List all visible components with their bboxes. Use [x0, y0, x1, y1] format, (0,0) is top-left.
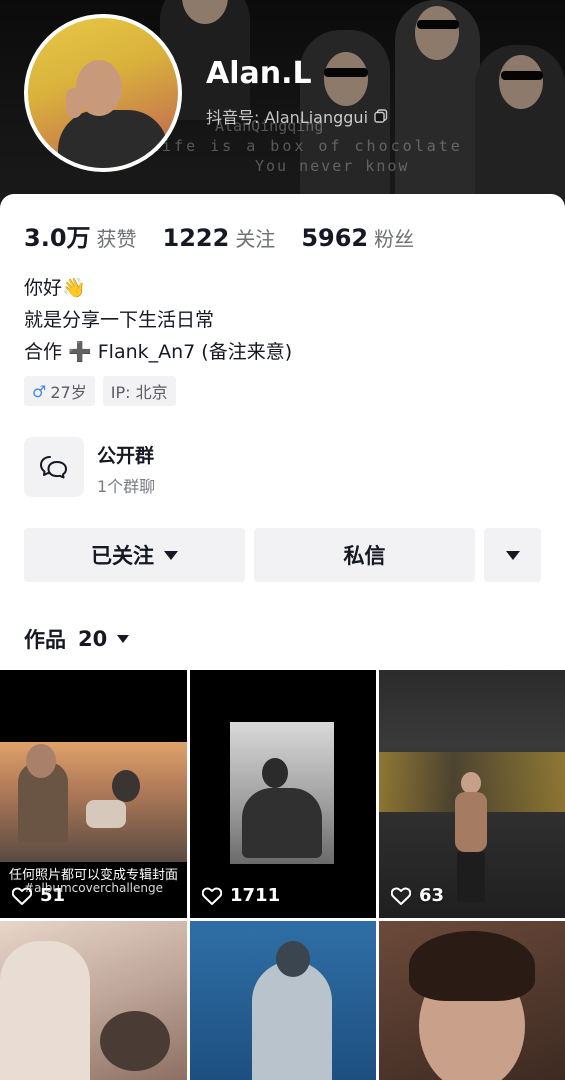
video-tile[interactable]: 1711 — [190, 670, 376, 918]
stat-value: 3.0万 — [24, 224, 91, 252]
heart-icon — [202, 887, 222, 905]
banner-caption-3: You never know — [255, 157, 410, 175]
group-chat-icon-box — [24, 437, 84, 497]
message-label: 私信 — [343, 544, 386, 568]
banner-caption-2: Life is a box of chocolate — [150, 137, 463, 155]
stat-followers[interactable]: 5962 粉丝 — [301, 223, 414, 252]
douyin-id-row[interactable]: 抖音号: AlanLianggui — [206, 104, 388, 128]
stat-label: 关注 — [235, 227, 276, 251]
works-label: 作品 — [24, 628, 66, 652]
heart-icon — [391, 887, 411, 905]
user-name: Alan.L — [206, 56, 312, 91]
chevron-down-icon — [117, 635, 130, 643]
video-tile[interactable]: 任何照片都可以变成专辑封面 #albumcoverchallenge 51 — [0, 670, 187, 918]
following-label: 已关注 — [91, 544, 154, 568]
bio: 你好👋 就是分享一下生活日常 合作 ➕ Flank_An7 (备注来意) — [24, 272, 292, 368]
male-icon: ♂ — [32, 381, 47, 401]
avatar[interactable] — [24, 14, 182, 172]
stat-label: 粉丝 — [374, 227, 415, 251]
likes-count: 63 — [419, 885, 445, 906]
works-tab[interactable]: 作品 20 — [24, 624, 130, 654]
public-group-entry[interactable]: 公开群 1个群聊 — [24, 437, 544, 499]
banner-figure — [475, 45, 565, 215]
copy-icon[interactable] — [374, 109, 388, 123]
stat-value: 5962 — [301, 224, 369, 252]
stat-following[interactable]: 1222 关注 — [163, 223, 276, 252]
video-tile[interactable] — [0, 921, 187, 1080]
douyin-id: 抖音号: AlanLianggui — [206, 108, 369, 127]
stats-row: 3.0万 获赞 1222 关注 5962 粉丝 — [24, 218, 440, 253]
video-tile[interactable] — [190, 921, 376, 1080]
stat-value: 1222 — [162, 224, 230, 252]
message-button[interactable]: 私信 — [254, 528, 475, 582]
heart-icon — [12, 887, 32, 905]
chevron-down-icon — [505, 550, 520, 560]
chevron-down-icon — [164, 550, 178, 560]
group-chat-icon — [40, 456, 67, 479]
profile-card: 3.0万 获赞 1222 关注 5962 粉丝 你好👋 就是分享一下生活日常 合… — [0, 194, 565, 1080]
age-label: 27岁 — [50, 383, 87, 402]
bio-line: 合作 ➕ Flank_An7 (备注来意) — [24, 341, 293, 363]
tile-likes: 51 — [12, 885, 65, 906]
works-count: 20 — [78, 627, 108, 651]
age-tag: ♂ 27岁 — [24, 376, 95, 406]
stat-label: 获赞 — [96, 227, 137, 251]
video-tile[interactable] — [379, 921, 565, 1080]
ip-tag: IP: 北京 — [102, 376, 176, 406]
tile-likes: 1711 — [202, 885, 280, 906]
likes-count: 1711 — [230, 885, 281, 906]
more-options-button[interactable] — [484, 528, 541, 582]
group-title: 公开群 — [97, 445, 155, 467]
stat-likes: 3.0万 获赞 — [24, 218, 137, 253]
action-buttons: 已关注 私信 — [24, 528, 541, 582]
group-subtitle: 1个群聊 — [97, 477, 156, 496]
video-tile[interactable]: 63 — [379, 670, 565, 918]
bio-line: 你好👋 — [24, 277, 86, 299]
bio-line: 就是分享一下生活日常 — [24, 309, 215, 331]
profile-tags: ♂ 27岁 IP: 北京 — [24, 376, 176, 406]
following-button[interactable]: 已关注 — [24, 528, 245, 582]
likes-count: 51 — [40, 885, 66, 906]
tile-likes: 63 — [391, 885, 444, 906]
